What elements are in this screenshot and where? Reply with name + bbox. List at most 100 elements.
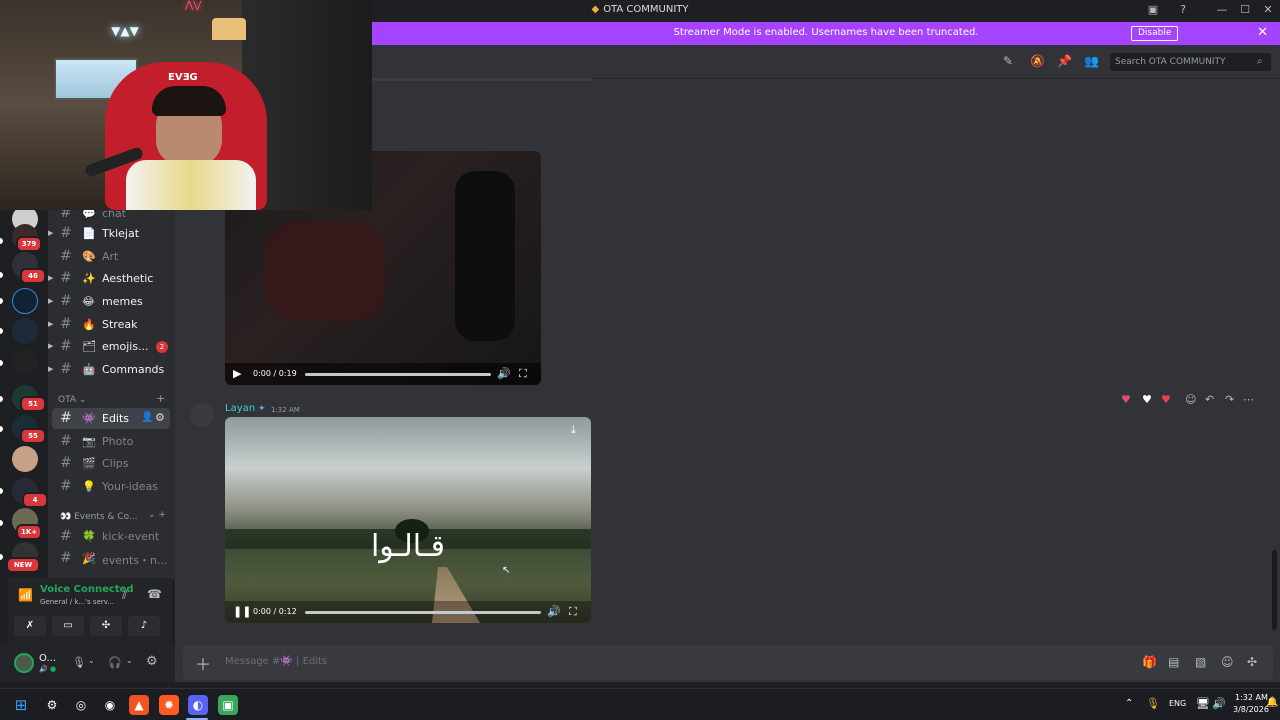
activities-button[interactable]: ✣ — [90, 616, 122, 636]
username[interactable]: O... — [39, 653, 56, 664]
channel-item-your-ideas[interactable]: # 💡 Your-ideas — [52, 476, 170, 497]
discord-app-icon[interactable]: ◐ — [188, 695, 208, 715]
members-icon[interactable]: 👥 — [1084, 54, 1099, 68]
brave-browser-icon[interactable]: ▲ — [129, 695, 149, 715]
soundboard-button[interactable]: ♪ — [128, 616, 160, 636]
language-indicator[interactable]: ENG — [1169, 699, 1186, 708]
emoji-icon[interactable]: ☺ — [1221, 655, 1234, 669]
pause-icon[interactable]: ❚❚ — [233, 605, 251, 618]
create-channel-icon[interactable]: + — [156, 392, 165, 405]
notifications-icon[interactable]: 🔔 — [1266, 697, 1278, 708]
settings-app-icon[interactable]: ⚙ — [42, 695, 62, 715]
avatar[interactable] — [190, 403, 214, 427]
help-icon[interactable]: ? — [1174, 3, 1192, 16]
camera-off-button[interactable]: ✗ — [14, 616, 46, 636]
channel-emoji-icon: 👾 — [82, 412, 96, 425]
settings-gear-icon[interactable]: ⚙ — [146, 654, 158, 669]
channel-item-events[interactable]: # 🎉 events・n... — [52, 548, 170, 569]
close-banner-icon[interactable]: ✕ — [1257, 25, 1268, 40]
red-heart-reaction-icon[interactable]: ♥ — [1161, 393, 1171, 406]
close-window-button[interactable]: ✕ — [1259, 3, 1277, 16]
pinned-icon[interactable]: 📌 — [1057, 54, 1072, 68]
volume-icon[interactable]: 🔊 — [1212, 697, 1226, 710]
gear-icon[interactable]: ⚙ — [155, 411, 165, 424]
channel-item-photo[interactable]: # 📷 Photo — [52, 431, 170, 452]
chevron-down-icon[interactable]: ⌄ — [126, 656, 133, 665]
unread-pill — [0, 396, 3, 402]
headphones-icon[interactable]: 🎧 — [108, 656, 122, 669]
reaction-icon[interactable]: ♥ — [1121, 393, 1131, 406]
channel-item-kick-event[interactable]: # 🍀 kick-event — [52, 526, 170, 547]
white-heart-reaction-icon[interactable]: ♥ — [1142, 393, 1152, 406]
channel-item-tklejat[interactable]: ▶ # 📄 Tklejat — [48, 223, 170, 244]
screen-share-button[interactable]: ▭ — [52, 616, 84, 636]
more-options-icon[interactable]: ⋯ — [1243, 393, 1254, 406]
inbox-icon[interactable]: ▣ — [1144, 3, 1162, 16]
channel-label: Your-ideas — [102, 480, 159, 493]
message-input[interactable]: Message #👾 | Edits — [225, 656, 327, 667]
apps-icon[interactable]: ✣ — [1247, 655, 1257, 669]
chevron-down-icon[interactable]: ⌄ — [88, 656, 95, 665]
chevron-up-icon[interactable]: ⌃ — [1125, 698, 1133, 709]
fullscreen-icon[interactable]: ⛶ — [569, 605, 577, 619]
message-author[interactable]: Layan — [225, 403, 255, 414]
microphone-icon[interactable]: 🎙 — [1146, 697, 1160, 710]
microphone-icon[interactable]: 🎙 — [72, 656, 86, 669]
volume-icon[interactable]: 🔊 — [547, 605, 561, 618]
clock-time[interactable]: 1:32 AM — [1235, 693, 1268, 702]
download-icon[interactable]: ⤓ — [571, 423, 576, 437]
category-ota[interactable]: OTA ⌄ — [58, 395, 86, 405]
network-icon[interactable]: 🖥 — [1196, 697, 1210, 710]
app-icon[interactable]: ✹ — [159, 695, 179, 715]
voice-channel[interactable]: General / k...'s serv... — [40, 598, 114, 606]
forward-icon[interactable]: ↷ — [1225, 393, 1234, 406]
maximize-button[interactable]: ☐ — [1236, 3, 1254, 16]
windows-start-icon[interactable]: ⊞ — [11, 695, 31, 715]
gift-icon[interactable]: 🎁 — [1142, 655, 1157, 669]
play-icon[interactable]: ▶ — [233, 367, 241, 380]
signal-icon[interactable]: 📶 — [18, 588, 33, 602]
reply-icon[interactable]: ↶ — [1205, 393, 1214, 406]
video-progress-2[interactable] — [305, 611, 541, 614]
scrollbar-thumb[interactable] — [1272, 550, 1277, 630]
channel-item-edits[interactable]: # 👾 Edits 👤 ⚙ — [52, 408, 170, 429]
add-reaction-icon[interactable]: ☺ — [1185, 393, 1196, 406]
channel-item-memes[interactable]: ▶ # 😂 memes — [48, 291, 170, 312]
invite-icon[interactable]: 👤 — [141, 412, 153, 423]
sticker-icon[interactable]: ▧ — [1195, 655, 1206, 669]
video-progress-1[interactable] — [305, 373, 491, 376]
channel-item-streak[interactable]: ▶ # 🔥 Streak — [48, 314, 170, 335]
app-icon[interactable]: ◉ — [100, 695, 120, 715]
server-badge: 46 — [20, 268, 46, 284]
gif-icon[interactable]: ▤ — [1168, 655, 1179, 669]
disable-streamer-mode-button[interactable]: Disable — [1131, 26, 1179, 41]
volume-icon[interactable]: 🔊 — [497, 367, 511, 380]
server-icon[interactable] — [12, 349, 38, 375]
search-input[interactable]: Search OTA COMMUNITY — [1110, 53, 1271, 71]
channel-item-aesthetic[interactable]: ▶ # ✨ Aesthetic — [48, 268, 170, 289]
unread-indicator: ▶ — [48, 320, 54, 328]
video-time-1: 0:00 / 0:19 — [253, 369, 297, 378]
channel-item-art[interactable]: # 🎨 Art — [52, 246, 170, 267]
channel-item-clips[interactable]: # 🎬 Clips — [52, 453, 170, 474]
notifications-muted-icon[interactable]: 🔕 — [1030, 54, 1045, 68]
threads-icon[interactable]: ✎ — [1003, 54, 1013, 68]
noise-suppression-icon[interactable]: ⫽ — [122, 588, 127, 603]
chevron-down-icon[interactable]: ⌄ + — [148, 510, 166, 520]
fullscreen-icon[interactable]: ⛶ — [519, 367, 527, 381]
add-attachment-icon[interactable]: ＋ — [195, 651, 211, 675]
clock-date[interactable]: 3/8/2026 — [1233, 705, 1269, 714]
browser-app-icon[interactable]: ◎ — [71, 695, 91, 715]
app-icon[interactable]: ▣ — [218, 695, 238, 715]
message-composer[interactable]: ＋ Message #👾 | Edits 🎁 ▤ ▧ ☺ ✣ — [183, 645, 1273, 680]
minimize-button[interactable]: — — [1213, 3, 1231, 16]
category-events[interactable]: 👀 Events & Co... — [60, 512, 138, 522]
server-icon[interactable] — [12, 318, 38, 344]
channel-item-emojis[interactable]: ▶ # 🗂 emojis... 2 — [48, 336, 170, 357]
server-icon[interactable] — [12, 446, 38, 472]
channel-item-commands[interactable]: ▶ # 🤖 Commands — [48, 359, 170, 380]
avatar[interactable] — [14, 653, 34, 673]
video-embed-2[interactable]: قـالـوا ⤓ ↖ ❚❚ 0:00 / 0:12 🔊 ⛶ — [225, 417, 591, 623]
disconnect-icon[interactable]: ☎ — [147, 587, 162, 601]
server-icon[interactable] — [12, 288, 38, 314]
